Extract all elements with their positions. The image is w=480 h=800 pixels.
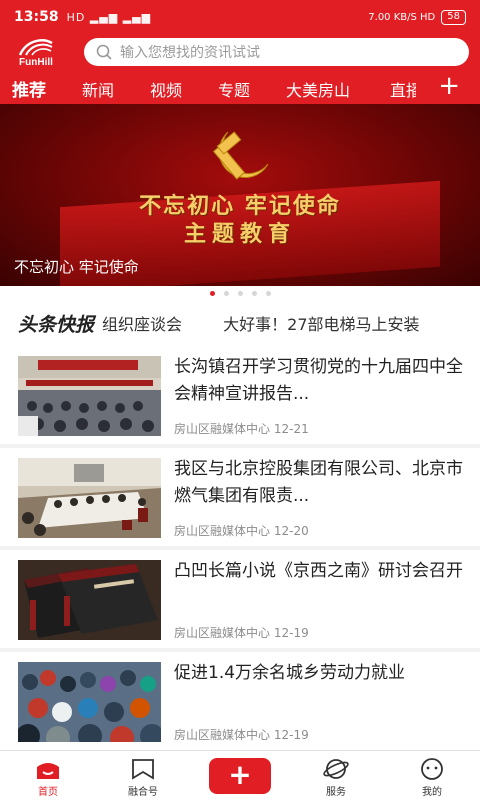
flash-marquee[interactable]: 组织座谈会 大好事！27部电梯马上安装 [102,311,472,335]
headline-flash: 头条快报 组织座谈会 大好事！27部电梯马上安装 [0,300,480,346]
news-date: 12-19 [273,728,309,742]
news-title: 我区与北京控股集团有限公司、北京市燃气集团有限责... [174,459,463,506]
flash-item[interactable]: 组织座谈会 [102,315,182,334]
news-thumbnail [18,458,161,538]
tab-video[interactable]: 视频 [150,77,182,101]
nav-home-label: 首页 [38,787,58,798]
flash-label-a: 头条 [18,313,57,336]
news-date: 12-20 [273,524,309,538]
app-logo[interactable]: FunHill [0,35,72,69]
party-emblem-icon [212,131,269,180]
logo-mark-icon [18,38,53,56]
news-meta: 房山区融媒体中心 12-19 [174,726,309,743]
bookmark-icon [103,755,183,783]
flash-label-b: 快报 [56,313,95,336]
carousel-dot[interactable] [251,290,257,296]
nav-media-label: 融合号 [128,787,158,798]
tab-news[interactable]: 新闻 [82,77,114,101]
nav-home[interactable]: 首页 [8,755,88,798]
news-title: 促进1.4万余名城乡劳动力就业 [174,663,406,683]
news-title: 凸凹长篇小说《京西之南》研讨会召开 [174,561,463,581]
flash-label: 头条快报 [18,310,94,337]
nav-mine[interactable]: 我的 [392,755,472,798]
carousel-dot[interactable] [237,290,243,296]
nav-mine-label: 我的 [422,787,442,798]
home-icon [8,755,88,783]
publish-button[interactable]: + [209,758,271,794]
search-input[interactable]: 输入您想找的资讯试试 [84,38,469,66]
planet-icon [296,755,376,783]
face-icon [392,755,472,783]
nav-service-label: 服务 [326,787,346,798]
tab-recommend[interactable]: 推荐 [12,76,46,101]
nav-service[interactable]: 服务 [296,755,376,798]
news-thumbnail [18,662,161,742]
news-meta: 房山区融媒体中心 12-20 [174,522,309,539]
tab-topics[interactable]: 专题 [218,77,250,101]
news-source: 房山区融媒体中心 [174,626,271,640]
status-bar: 13:58 HD ▂▄▆ ▂▄▆ 7.00 KB/S HD 58 [0,0,480,34]
news-date: 12-19 [273,626,309,640]
logo-text: FunHill [19,56,53,68]
banner-caption: 不忘初心 牢记使命 [14,258,139,276]
add-channel-icon[interactable]: + [438,73,460,99]
news-meta: 房山区融媒体中心 12-19 [174,624,309,641]
carousel-dot[interactable] [265,290,271,296]
flash-item[interactable]: 大好事！27部电梯马上安装 [223,315,419,334]
signal-icon: HD ▂▄▆ ▂▄▆ [66,10,152,24]
news-item[interactable]: 长沟镇召开学习贯彻党的十九届四中全会精神宣讲报告... 房山区融媒体中心 12-… [0,346,480,444]
banner-carousel[interactable]: 不忘初心 牢记使命 主题教育 不忘初心 牢记使命 [0,104,480,286]
carousel-indicator [0,286,480,300]
search-icon [96,44,112,60]
news-list: 长沟镇召开学习贯彻党的十九届四中全会精神宣讲报告... 房山区融媒体中心 12-… [0,346,480,750]
news-source: 房山区融媒体中心 [174,422,271,436]
nav-media[interactable]: 融合号 [103,755,183,798]
banner-subheadline: 主题教育 [183,221,296,247]
news-thumbnail [18,560,161,640]
news-date: 12-21 [273,422,309,436]
news-title: 长沟镇召开学习贯彻党的十九届四中全会精神宣讲报告... [174,357,463,404]
news-item[interactable]: 促进1.4万余名城乡劳动力就业 房山区融媒体中心 12-19 [0,652,480,750]
news-meta: 房山区融媒体中心 12-21 [174,420,309,437]
search-placeholder: 输入您想找的资讯试试 [120,45,260,61]
news-thumbnail [18,356,161,436]
news-source: 房山区融媒体中心 [174,524,271,538]
tab-fangshan[interactable]: 大美房山 [286,77,350,101]
carousel-dot[interactable] [223,290,229,296]
network-speed: 7.00 KB/S HD [368,11,436,23]
app-header: FunHill 输入您想找的资讯试试 [0,34,480,70]
news-item[interactable]: 我区与北京控股集团有限公司、北京市燃气集团有限责... 房山区融媒体中心 12-… [0,448,480,546]
tab-live[interactable]: 直播 [390,77,416,101]
carousel-dot[interactable] [209,290,215,296]
channel-tabs: 推荐 新闻 视频 专题 大美房山 直播 + [0,70,480,104]
battery-icon: 58 [441,9,466,25]
news-source: 房山区融媒体中心 [174,728,271,742]
status-time: 13:58 [14,9,59,25]
news-item[interactable]: 凸凹长篇小说《京西之南》研讨会召开 房山区融媒体中心 12-19 [0,550,480,648]
